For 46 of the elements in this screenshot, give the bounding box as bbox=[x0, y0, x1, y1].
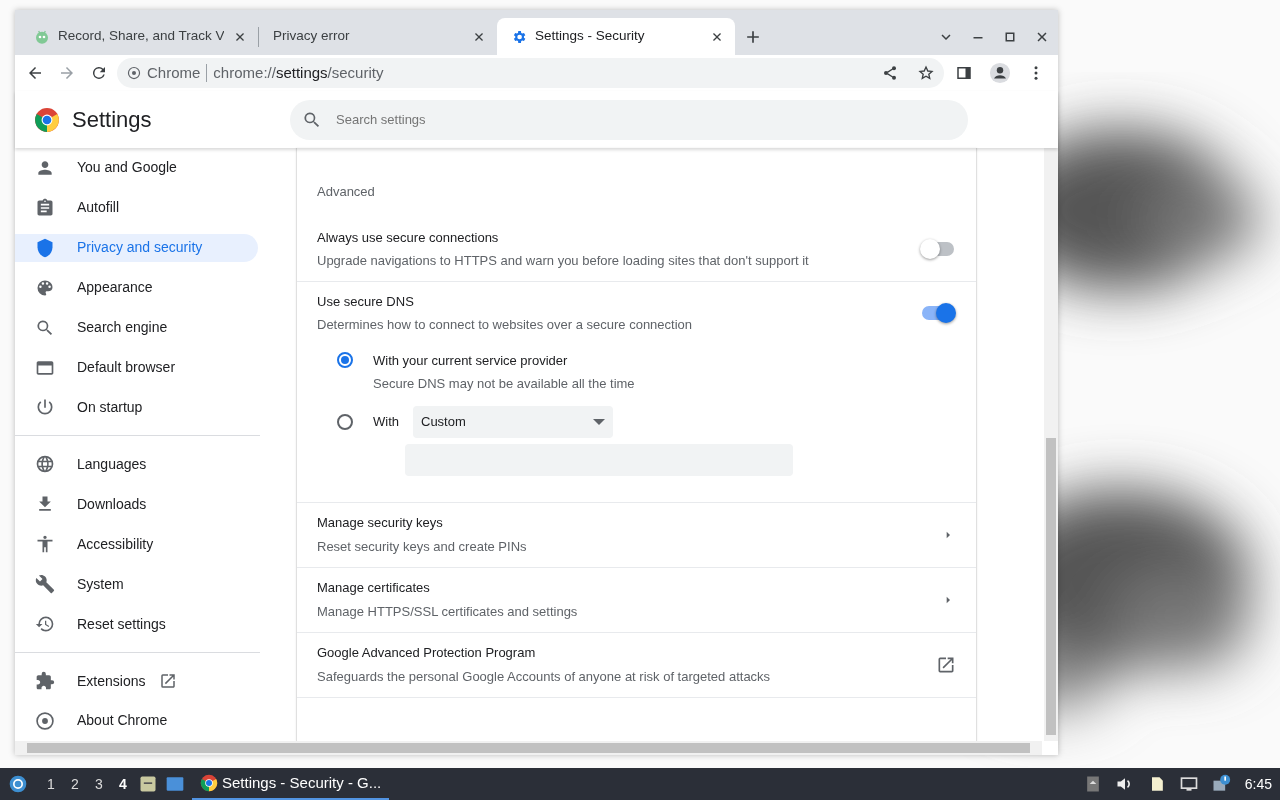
setting-title: Manage certificates bbox=[317, 579, 431, 597]
setting-description: Manage HTTPS/SSL certificates and settings bbox=[317, 602, 579, 621]
sidebar-item[interactable]: About Chrome bbox=[15, 707, 258, 735]
setting-description: Determines how to connect to websites over a secure connection bbox=[317, 316, 694, 334]
tab-title: Record, Share, and Track V bbox=[58, 27, 224, 46]
sidebar-item[interactable]: Downloads bbox=[15, 490, 258, 519]
sidebar-item[interactable]: Extensions bbox=[15, 667, 258, 695]
setting-description: Safeguards the personal Google Accounts of anyone at risk of targeted attacks bbox=[317, 667, 772, 686]
workspace-switcher[interactable]: 2 bbox=[66, 773, 84, 795]
option-description: Secure DNS may not be available all the time bbox=[373, 375, 635, 393]
sidebar-item[interactable]: Default browser bbox=[15, 353, 258, 382]
sidebar-item[interactable]: Accessibility bbox=[15, 530, 258, 559]
dropdown[interactable]: Custom bbox=[413, 405, 613, 438]
page-title: Settings bbox=[72, 106, 153, 134]
workspace-switcher[interactable]: 3 bbox=[90, 773, 108, 795]
option-label: With your current service provider bbox=[373, 351, 569, 370]
clock: 6:45 bbox=[1244, 774, 1272, 794]
sidebar-item[interactable]: Languages bbox=[15, 450, 258, 479]
workspace-switcher[interactable]: 4 bbox=[114, 773, 132, 795]
option-label: With bbox=[373, 412, 399, 431]
search-field[interactable]: Search settings bbox=[290, 99, 968, 140]
sidebar-item[interactable]: You and Google bbox=[15, 154, 258, 182]
sidebar-item[interactable]: Search engine bbox=[15, 313, 258, 342]
sidebar-item[interactable]: On startup bbox=[15, 393, 258, 422]
browser-tab[interactable]: Record, Share, and Track V bbox=[20, 18, 258, 55]
url-text: chrome://settings/security bbox=[213, 62, 384, 83]
sidebar-item[interactable]: System bbox=[15, 570, 258, 599]
browser-tab[interactable]: Privacy error bbox=[259, 18, 497, 55]
tab-title: Privacy error bbox=[273, 27, 351, 46]
section-heading: Advanced bbox=[316, 183, 376, 201]
site-label: Chrome bbox=[147, 62, 201, 83]
sidebar-item[interactable]: Reset settings bbox=[15, 610, 258, 639]
address-bar[interactable]: Chrome chrome://settings/security bbox=[117, 58, 944, 88]
workspace-switcher[interactable]: 1 bbox=[42, 773, 60, 795]
setting-description: Upgrade navigations to HTTPS and warn you before loading sites that don't support it bbox=[317, 252, 810, 270]
setting-title: Google Advanced Protection Program bbox=[317, 644, 537, 662]
browser-tab[interactable]: Settings - Security bbox=[497, 18, 735, 55]
setting-title: Always use secure connections bbox=[317, 228, 500, 247]
setting-title: Manage security keys bbox=[317, 514, 444, 532]
sidebar-item[interactable]: Appearance bbox=[15, 273, 258, 302]
taskbar-window-button[interactable]: Settings - Security - G... bbox=[192, 768, 390, 800]
sidebar-item[interactable]: Privacy and security bbox=[15, 233, 258, 262]
setting-description: Reset security keys and create PINs bbox=[317, 537, 528, 556]
setting-title: Use secure DNS bbox=[317, 292, 415, 311]
sidebar-item[interactable]: Autofill bbox=[15, 193, 258, 222]
tab-title: Settings - Security bbox=[535, 27, 646, 46]
